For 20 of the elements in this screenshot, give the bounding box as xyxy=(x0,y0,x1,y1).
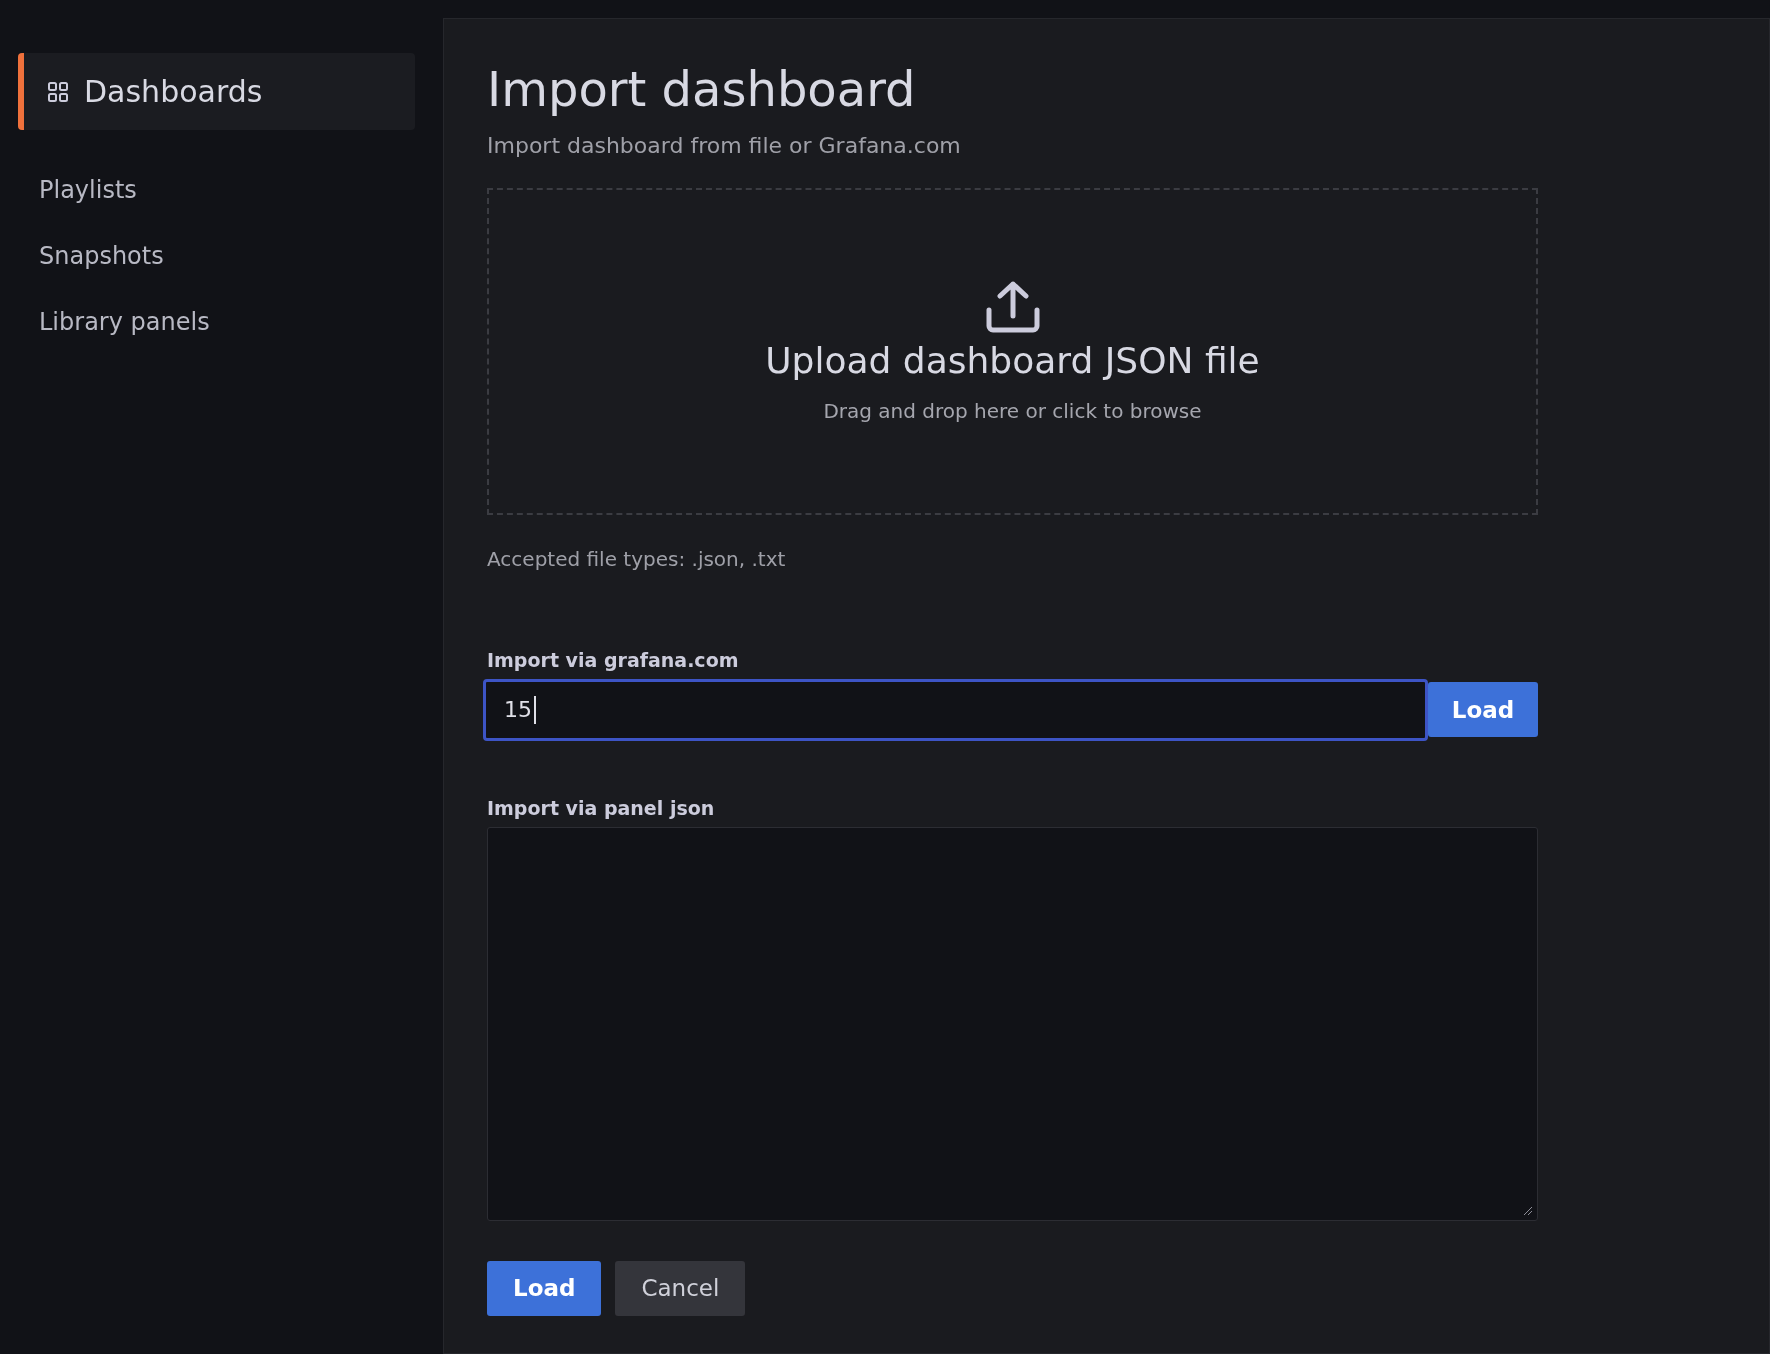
cancel-button[interactable]: Cancel xyxy=(615,1260,746,1316)
upload-hint: Drag and drop here or click to browse xyxy=(823,398,1202,423)
field-label: Import via grafana.com xyxy=(487,648,740,671)
load-button[interactable]: Load xyxy=(487,1260,602,1316)
page-subtitle: Import dashboard from file or Grafana.com xyxy=(487,132,962,158)
input-field[interactable]: 15 xyxy=(483,678,1428,741)
upload-title: Upload dashboard JSON file xyxy=(765,339,1260,381)
sidebar-item[interactable]: Playlists xyxy=(39,157,443,223)
sidebar-item[interactable]: Snapshots xyxy=(39,223,443,289)
load-button[interactable]: Load xyxy=(1428,682,1538,738)
sidebar-item[interactable]: Dashboards xyxy=(18,53,415,130)
page-title: Import dashboard xyxy=(487,61,917,119)
text-cursor xyxy=(534,695,536,724)
sidebar-item[interactable]: Library panels xyxy=(39,289,443,355)
grid-icon xyxy=(46,79,70,104)
file-dropzone[interactable]: Upload dashboard JSON file Drag and drop here or click to browse xyxy=(487,187,1538,515)
resize-handle-icon[interactable] xyxy=(1523,1205,1533,1216)
field-label: Import via panel json xyxy=(487,796,716,819)
accepted-types-text: Accepted file types: .json, .txt xyxy=(487,546,787,571)
upload-icon xyxy=(984,279,1041,334)
